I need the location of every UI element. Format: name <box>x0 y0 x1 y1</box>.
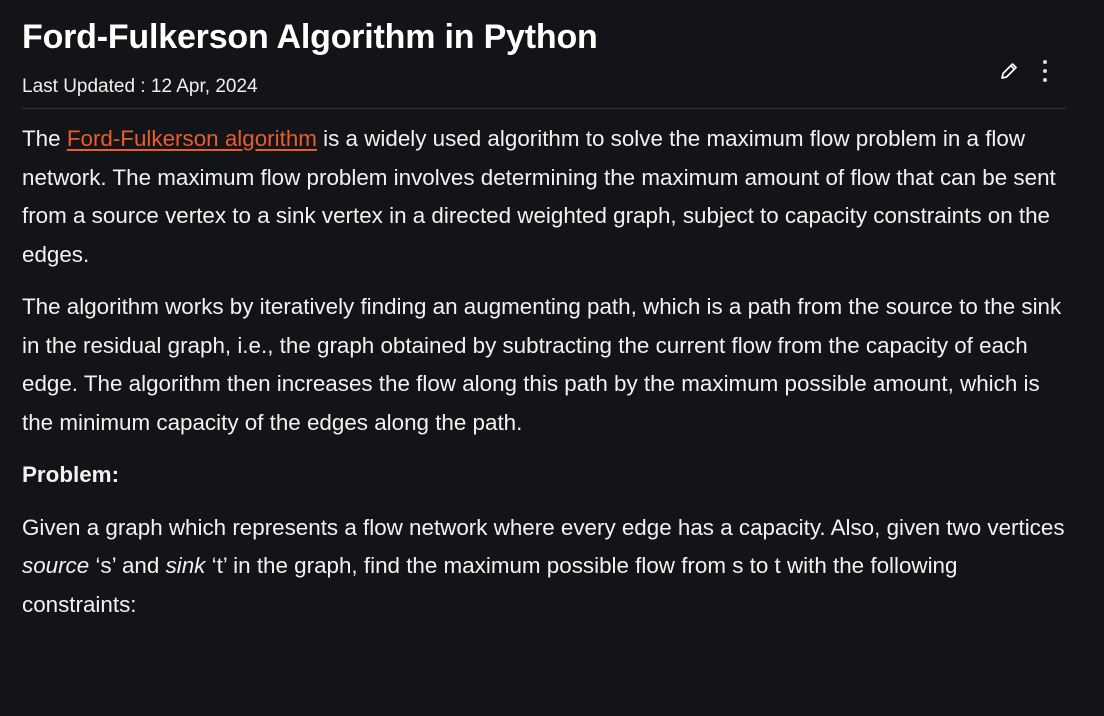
last-updated-date: 12 Apr, 2024 <box>150 76 258 97</box>
pencil-icon[interactable] <box>998 58 1020 84</box>
problem-text-1: Given a graph which represents a flow ne… <box>22 514 1065 540</box>
intro-prefix: The <box>22 126 67 151</box>
article-title: Ford-Fulkerson Algorithm in Python <box>22 18 598 56</box>
algorithm-paragraph: The algorithm works by iteratively findi… <box>22 294 1062 435</box>
sink-term: sink <box>165 553 206 578</box>
intro-paragraph: The Ford-Fulkerson algorithm is a widely… <box>22 120 1072 274</box>
ford-fulkerson-link[interactable]: Ford-Fulkerson algorithm <box>67 126 317 151</box>
article-header: Ford-Fulkerson Algorithm in Python Last … <box>22 0 1066 109</box>
problem-text-2: ‘s’ and <box>89 553 166 578</box>
problem-heading: Problem: <box>22 462 120 487</box>
article-body: The Ford-Fulkerson algorithm is a widely… <box>22 120 1072 638</box>
last-updated: Last Updated : 12 Apr, 2024 <box>22 76 258 98</box>
kebab-menu-icon[interactable] <box>1034 58 1056 84</box>
problem-paragraph: Given a graph which represents a flow ne… <box>22 509 1072 625</box>
source-term: source <box>22 553 90 578</box>
article-actions <box>998 58 1056 84</box>
last-updated-label: Last Updated : <box>22 76 151 97</box>
